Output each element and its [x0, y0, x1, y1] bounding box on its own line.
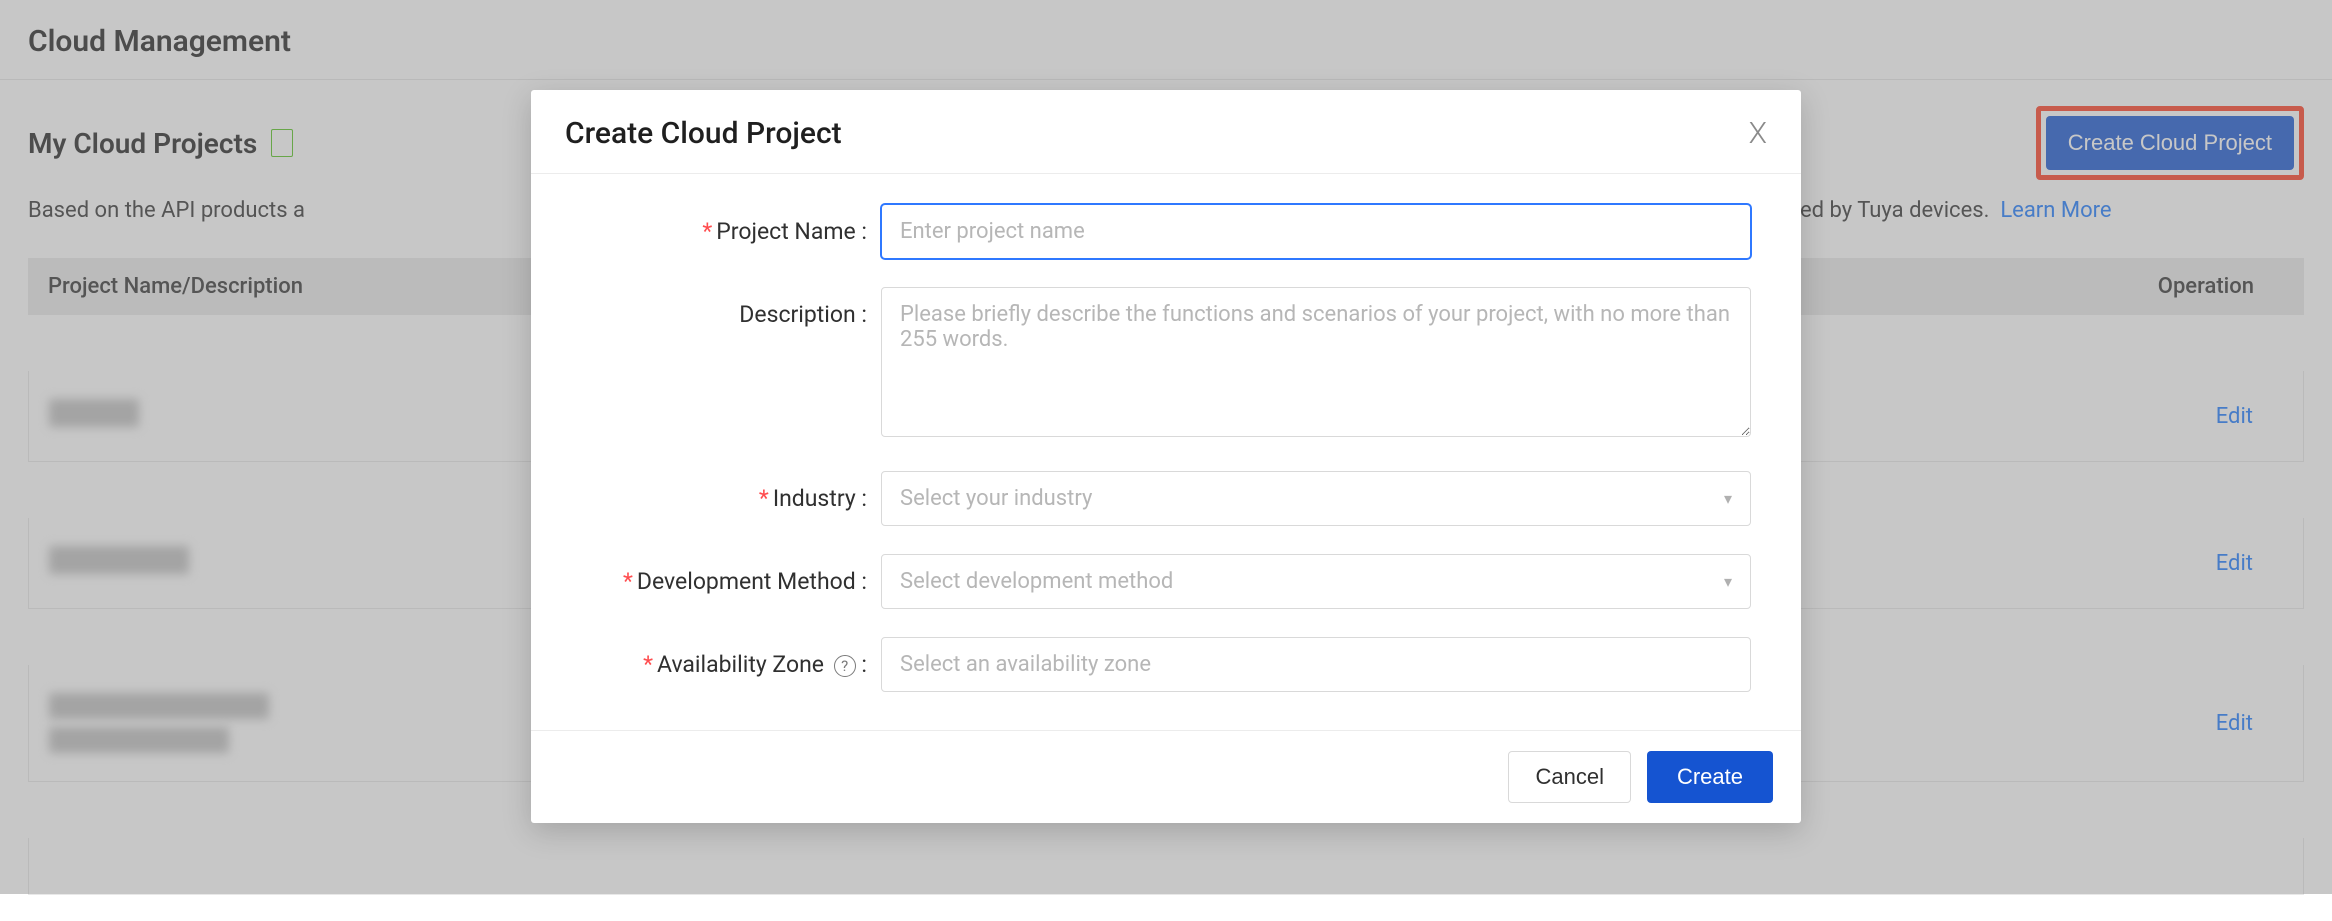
avail-zone-select[interactable]: Select an availability zone [881, 637, 1751, 692]
label-avail-zone: *Availability Zone ? : [581, 637, 881, 678]
cancel-button[interactable]: Cancel [1508, 751, 1630, 803]
industry-placeholder: Select your industry [900, 486, 1092, 511]
dev-method-placeholder: Select development method [900, 569, 1173, 594]
close-icon[interactable]: X [1749, 119, 1767, 149]
industry-select[interactable]: Select your industry ▾ [881, 471, 1751, 526]
create-button[interactable]: Create [1647, 751, 1773, 803]
label-industry: *Industry : [581, 471, 881, 512]
dev-method-select[interactable]: Select development method ▾ [881, 554, 1751, 609]
chevron-down-icon: ▾ [1724, 489, 1732, 508]
create-project-modal: Create Cloud Project X *Project Name : D… [531, 90, 1801, 823]
label-project-name: *Project Name : [581, 204, 881, 245]
label-dev-method: *Development Method : [581, 554, 881, 595]
help-icon[interactable]: ? [834, 655, 856, 677]
label-description: Description : [581, 287, 881, 328]
modal-title: Create Cloud Project [565, 116, 842, 151]
chevron-down-icon: ▾ [1724, 572, 1732, 591]
description-textarea[interactable] [881, 287, 1751, 437]
project-name-input[interactable] [881, 204, 1751, 259]
avail-zone-placeholder: Select an availability zone [900, 652, 1151, 677]
